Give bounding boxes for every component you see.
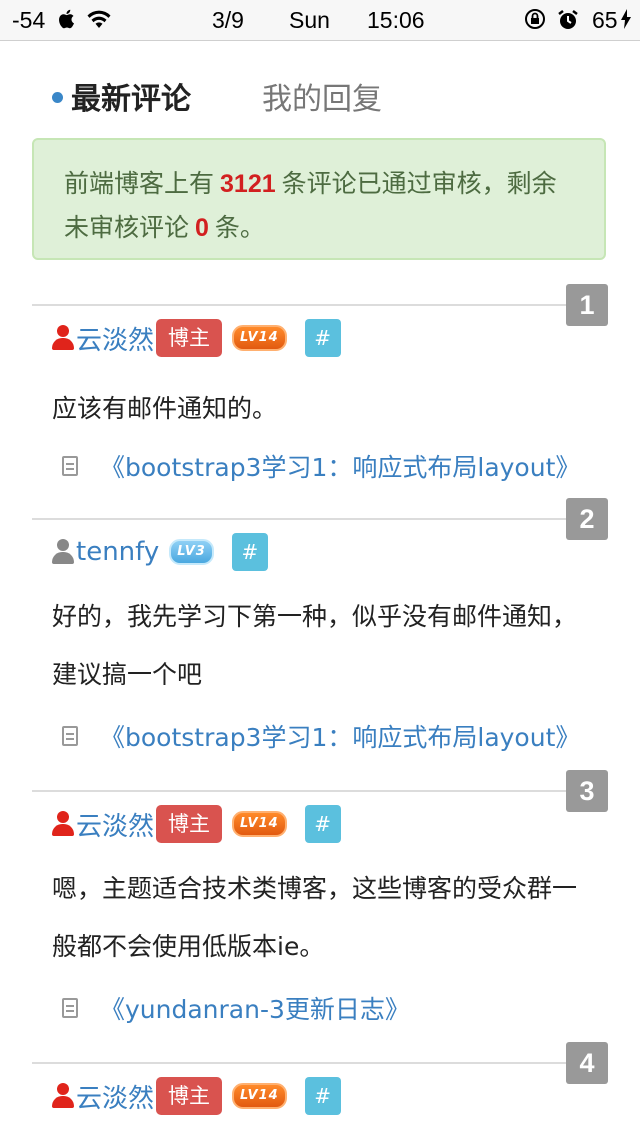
comment-tabs: 最新评论 我的回复	[0, 68, 640, 118]
username-link[interactable]: 云淡然	[76, 1078, 154, 1115]
post-title: 《bootstrap3学习1：响应式布局layout》	[100, 453, 581, 482]
user-icon	[52, 539, 74, 565]
post-title: 《bootstrap3学习1：响应式布局layout》	[100, 723, 581, 752]
tab-latest-label: 最新评论	[71, 82, 191, 117]
post-link[interactable]: 《bootstrap3学习1：响应式布局layout》	[62, 448, 580, 484]
active-dot-icon	[52, 92, 63, 103]
user-icon	[52, 325, 74, 351]
comment-index: 4	[566, 1042, 608, 1084]
comment-text: 应该有邮件通知的。	[52, 394, 278, 423]
post-link[interactable]: 《yundanran-3更新日志》	[62, 990, 410, 1026]
level-badge: LV3	[169, 539, 214, 565]
divider	[32, 518, 608, 520]
approval-notice: 前端博客上有 3121 条评论已通过审核，剩余未审核评论 0 条。	[32, 138, 606, 260]
level-badge: LV14	[232, 1083, 287, 1109]
post-link[interactable]: 《bootstrap3学习1：响应式布局layout》	[62, 718, 580, 754]
comment-meta: 云淡然 博主 LV14 #	[52, 804, 341, 844]
notice-suffix: 条。	[214, 213, 265, 242]
comment-text: 嗯，主题适合技术类博客，这些博客的受众群一般都不会使用低版本ie。	[52, 874, 578, 961]
status-time: 15:06	[367, 7, 425, 33]
document-icon	[62, 456, 78, 476]
signal-strength: -54	[12, 7, 46, 33]
permalink-button[interactable]: #	[304, 805, 341, 843]
comment-meta: 云淡然 博主 LV14 #	[52, 1076, 341, 1116]
owner-badge: 博主	[156, 805, 223, 843]
user-icon	[52, 811, 74, 837]
notice-prefix: 前端博客上有	[64, 169, 215, 198]
level-badge: LV14	[232, 811, 287, 837]
tab-latest-comments[interactable]: 最新评论	[52, 74, 191, 118]
status-bar: -54 3/9 Sun 15:06 65	[0, 0, 640, 41]
user-icon	[52, 1083, 74, 1109]
post-title: 《yundanran-3更新日志》	[100, 995, 410, 1024]
username-link[interactable]: 云淡然	[76, 320, 154, 357]
username-link[interactable]: 云淡然	[76, 806, 154, 843]
document-icon	[62, 998, 78, 1018]
apple-icon	[59, 9, 74, 29]
alarm-icon	[558, 10, 578, 29]
divider	[32, 304, 608, 306]
battery-percent: 65	[592, 7, 618, 33]
owner-badge: 博主	[156, 1077, 223, 1115]
username-link[interactable]: tennfy	[76, 537, 159, 567]
level-badge: LV14	[232, 325, 287, 351]
owner-badge: 博主	[156, 319, 223, 357]
permalink-button[interactable]: #	[304, 319, 341, 357]
comment-item: 2 tennfy LV3 # 好的，我先学习下第一种，似乎没有邮件通知，建议搞一…	[32, 498, 608, 768]
comment-meta: 云淡然 博主 LV14 #	[52, 318, 341, 358]
comment-item: 4 云淡然 博主 LV14 #	[32, 1042, 608, 1136]
comment-item: 1 云淡然 博主 LV14 # 应该有邮件通知的。 《bootstrap3学习1…	[32, 284, 608, 504]
tab-my-replies[interactable]: 我的回复	[262, 74, 382, 118]
document-icon	[62, 726, 78, 746]
comment-index: 3	[566, 770, 608, 812]
status-date: 3/9	[212, 7, 244, 33]
approved-count: 3121	[220, 170, 276, 198]
divider	[32, 790, 608, 792]
comment-item: 3 云淡然 博主 LV14 # 嗯，主题适合技术类博客，这些博客的受众群一般都不…	[32, 770, 608, 1040]
rotation-lock-icon	[525, 9, 545, 29]
wifi-icon	[87, 10, 111, 28]
divider	[32, 1062, 608, 1064]
charging-icon	[621, 9, 631, 29]
comment-meta: tennfy LV3 #	[52, 532, 268, 572]
status-day: Sun	[289, 7, 330, 33]
permalink-button[interactable]: #	[304, 1077, 341, 1115]
permalink-button[interactable]: #	[231, 533, 268, 571]
comment-index: 1	[566, 284, 608, 326]
pending-count: 0	[195, 214, 209, 242]
comment-text: 好的，我先学习下第一种，似乎没有邮件通知，建议搞一个吧	[52, 602, 578, 689]
comment-index: 2	[566, 498, 608, 540]
